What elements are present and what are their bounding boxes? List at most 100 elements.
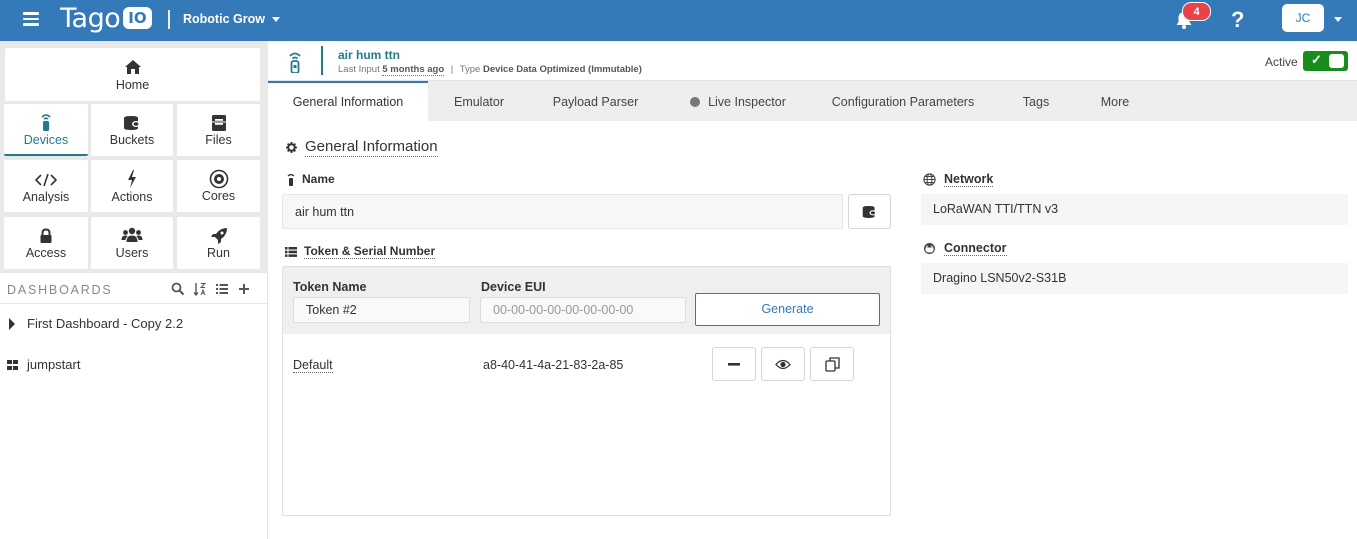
- list-icon[interactable]: [215, 282, 229, 296]
- user-menu-chevron-icon[interactable]: [1334, 17, 1342, 22]
- code-icon: [35, 173, 57, 187]
- tab-bar: General Information Emulator Payload Par…: [268, 81, 1357, 121]
- token-name[interactable]: Default: [293, 358, 333, 373]
- globe-icon: [923, 173, 936, 186]
- network-label: Network: [923, 172, 994, 187]
- tab-label: Emulator: [453, 95, 505, 109]
- last-input-value: 5 months ago: [382, 64, 445, 76]
- dashboard-item[interactable]: First Dashboard - Copy 2.2: [8, 316, 183, 331]
- dashboard-item-label: First Dashboard - Copy 2.2: [27, 316, 184, 331]
- dashboards-tools: [171, 282, 251, 296]
- bucket-button[interactable]: [848, 194, 891, 229]
- nav-run[interactable]: Run: [177, 217, 260, 269]
- device-eui-field[interactable]: [480, 297, 686, 323]
- grid-icon: [7, 359, 18, 370]
- caret-right-icon: [9, 317, 15, 330]
- bucket-icon: [862, 205, 877, 218]
- gear-icon: [286, 142, 297, 153]
- logo-text: Tago: [60, 2, 121, 34]
- chevron-down-icon: [271, 16, 280, 22]
- nav-access[interactable]: Access: [4, 217, 88, 269]
- nav-run-label: Run: [207, 246, 230, 260]
- lock-icon: [40, 228, 52, 243]
- nav-analysis[interactable]: Analysis: [4, 160, 88, 212]
- last-input-label: Last Input: [338, 64, 380, 75]
- sort-icon[interactable]: [193, 282, 207, 296]
- cores-icon: [209, 169, 228, 189]
- tab-label: General Information: [292, 95, 404, 109]
- name-label-text: Name: [302, 172, 335, 186]
- token-name-field[interactable]: [293, 297, 470, 323]
- device-header: air hum ttn Last Input 5 months ago | Ty…: [268, 41, 1357, 81]
- tab-label: Configuration Parameters: [831, 95, 975, 109]
- tab-label: Tags: [1022, 95, 1050, 109]
- tab-emulator[interactable]: Emulator: [438, 81, 520, 121]
- nav-files[interactable]: Files: [177, 104, 260, 156]
- active-toggle[interactable]: ✓: [1303, 51, 1348, 71]
- rocket-icon: [210, 228, 227, 244]
- dashboard-item[interactable]: jumpstart: [7, 357, 80, 372]
- dashboard-item-label: jumpstart: [27, 357, 81, 372]
- network-label-text: Network: [944, 172, 994, 187]
- token-name-input[interactable]: [306, 298, 469, 322]
- account-name: Robotic Grow: [183, 12, 265, 26]
- tab-live-inspector[interactable]: Live Inspector: [678, 81, 798, 121]
- show-token-button[interactable]: [761, 347, 805, 381]
- home-icon: [124, 60, 141, 74]
- menu-icon[interactable]: [23, 12, 39, 26]
- generate-button[interactable]: Generate: [695, 293, 880, 326]
- logo-badge: IO: [123, 7, 152, 29]
- account-selector[interactable]: Robotic Grow: [183, 12, 280, 26]
- tab-more[interactable]: More: [1088, 81, 1142, 121]
- notification-badge[interactable]: 4: [1182, 2, 1211, 21]
- plus-icon[interactable]: [237, 282, 251, 296]
- check-icon: ✓: [1311, 52, 1322, 67]
- bolt-icon: [128, 170, 136, 188]
- nav-home[interactable]: Home: [5, 48, 260, 101]
- device-header-accent: [321, 46, 323, 75]
- tagoio-logo[interactable]: Tago IO: [60, 2, 152, 34]
- token-name-label: Token Name: [293, 280, 367, 294]
- nav-devices[interactable]: Devices: [4, 104, 88, 156]
- help-icon[interactable]: ?: [1231, 7, 1244, 33]
- name-input[interactable]: [295, 195, 842, 228]
- search-icon[interactable]: [171, 282, 185, 296]
- device-name: air hum ttn: [338, 48, 400, 62]
- tab-configuration-parameters[interactable]: Configuration Parameters: [823, 81, 983, 121]
- nav-files-label: Files: [205, 133, 232, 147]
- device-eui-input[interactable]: [493, 298, 685, 322]
- tab-tags[interactable]: Tags: [1008, 81, 1064, 121]
- name-field[interactable]: [282, 194, 843, 229]
- remove-token-button[interactable]: [712, 347, 756, 381]
- nav-buckets-label: Buckets: [109, 133, 155, 147]
- copy-token-button[interactable]: [810, 347, 854, 381]
- nav-cores[interactable]: Cores: [177, 160, 260, 212]
- nav-users[interactable]: Users: [91, 217, 173, 269]
- eye-icon: [775, 359, 791, 369]
- active-label: Active: [1265, 55, 1298, 69]
- sidebar: Home Devices Buckets Files Analysis Acti…: [0, 41, 268, 539]
- tab-payload-parser[interactable]: Payload Parser: [540, 81, 651, 121]
- nav-devices-label: Devices: [23, 133, 69, 147]
- device-eui-label: Device EUI: [481, 280, 546, 294]
- bucket-icon: [124, 116, 140, 130]
- token-form: Token Name Device EUI Generate: [283, 267, 890, 334]
- device-icon: [289, 52, 301, 73]
- nav-buckets[interactable]: Buckets: [91, 104, 173, 156]
- type-label: Type: [459, 64, 481, 75]
- name-label: Name: [287, 172, 335, 186]
- network-value: LoRaWAN TTI/TTN v3: [921, 194, 1348, 225]
- nav-users-label: Users: [115, 246, 149, 260]
- section-title: General Information: [286, 138, 438, 157]
- tab-general-information[interactable]: General Information: [268, 81, 428, 121]
- type-value: Device Data Optimized (Immutable): [482, 64, 642, 75]
- token-section-label-text: Token & Serial Number: [304, 244, 436, 259]
- connector-label-text: Connector: [944, 241, 1007, 256]
- device-icon: [41, 114, 51, 131]
- user-avatar[interactable]: JC: [1282, 4, 1324, 32]
- nav-cores-label: Cores: [201, 189, 236, 203]
- minus-icon: [728, 362, 740, 366]
- status-dot-icon: [690, 97, 701, 107]
- nav-actions[interactable]: Actions: [91, 160, 173, 212]
- token-panel: Token Name Device EUI Generate Default a…: [282, 266, 891, 516]
